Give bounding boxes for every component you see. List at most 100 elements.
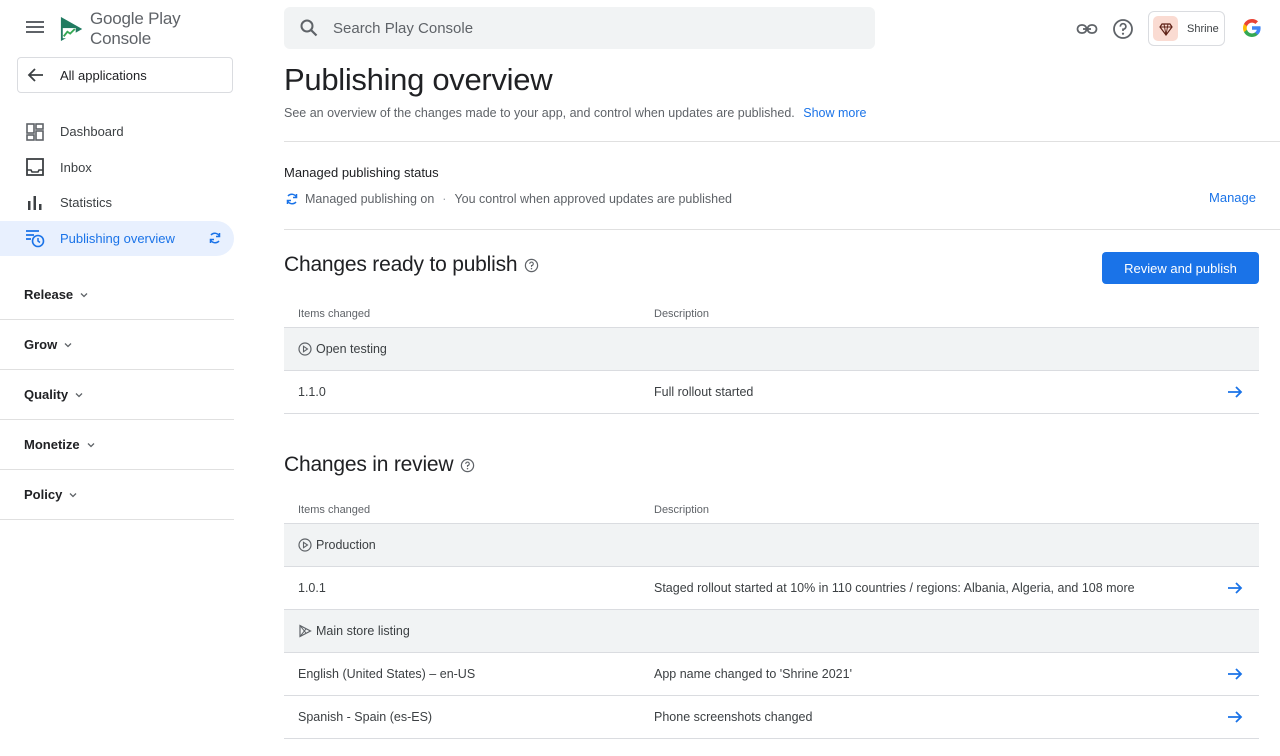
sidebar-item-label: Statistics	[60, 195, 113, 211]
changes-in-review-title: Changes in review	[284, 453, 454, 476]
arrow-forward-icon[interactable]	[1227, 667, 1243, 681]
play-circle-icon	[298, 538, 312, 552]
publishing-icon	[25, 228, 45, 248]
sync-icon	[286, 193, 298, 205]
item-changed: English (United States) – en-US	[298, 667, 476, 681]
chevron-down-icon	[69, 492, 77, 497]
play-console-logo[interactable]: Google Play Console	[60, 9, 234, 48]
changes-ready-table: Items changed Description Open testing 1…	[284, 300, 1259, 414]
diamond-icon	[1158, 22, 1173, 36]
search-input[interactable]	[333, 19, 833, 37]
play-console-logo-icon	[60, 16, 83, 42]
managed-publishing-title: Managed publishing status	[284, 165, 439, 180]
subtitle-text: See an overview of the changes made to y…	[284, 106, 795, 120]
search-bar[interactable]	[284, 7, 875, 49]
all-applications-button[interactable]: All applications	[17, 57, 233, 93]
arrow-forward-icon[interactable]	[1227, 710, 1243, 724]
column-header-items: Items changed	[298, 504, 371, 516]
column-header-description: Description	[654, 308, 710, 320]
link-icon[interactable]	[1076, 18, 1098, 40]
show-more-link[interactable]: Show more	[803, 106, 866, 120]
section-label: Grow	[24, 337, 58, 352]
divider	[284, 141, 1280, 142]
section-label: Quality	[24, 387, 69, 402]
arrow-forward-icon[interactable]	[1227, 385, 1243, 399]
help-icon[interactable]	[460, 458, 475, 473]
sidebar-section-policy[interactable]: Policy	[0, 470, 234, 520]
sync-icon	[209, 232, 221, 243]
changes-ready-header: Changes ready to publish	[284, 253, 539, 277]
sidebar-section-grow[interactable]: Grow	[0, 320, 234, 370]
sidebar-item-publishing-overview[interactable]: Publishing overview	[0, 220, 234, 256]
group-row-main-store-listing: Main store listing	[284, 610, 1259, 653]
play-store-icon	[299, 624, 312, 638]
section-label: Release	[24, 287, 74, 302]
table-header: Items changed Description	[284, 496, 1259, 524]
page-subtitle: See an overview of the changes made to y…	[284, 106, 866, 120]
chevron-down-icon	[75, 392, 83, 397]
table-row[interactable]: English (United States) – en-US App name…	[284, 653, 1259, 696]
item-description: App name changed to 'Shrine 2021'	[654, 667, 852, 681]
google-account-icon[interactable]	[1241, 17, 1263, 39]
menu-icon[interactable]	[24, 18, 46, 38]
brand-name: Google Play Console	[90, 9, 181, 48]
item-description: Staged rollout started at 10% in 110 cou…	[654, 581, 1135, 595]
column-header-description: Description	[654, 504, 710, 516]
table-row[interactable]: Spanish - Spain (es-ES) Phone screenshot…	[284, 696, 1259, 739]
item-changed: Spanish - Spain (es-ES)	[298, 710, 433, 724]
table-row[interactable]: 1.1.0 Full rollout started	[284, 371, 1259, 414]
app-switcher[interactable]: Shrine	[1148, 11, 1225, 46]
help-icon[interactable]	[1112, 18, 1134, 40]
table-row[interactable]: 1.0.1 Staged rollout started at 10% in 1…	[284, 567, 1259, 610]
changes-ready-title: Changes ready to publish	[284, 253, 518, 276]
divider	[284, 229, 1280, 230]
item-description: Full rollout started	[654, 385, 754, 399]
changes-in-review-header: Changes in review	[284, 453, 475, 477]
app-avatar	[1153, 16, 1178, 41]
inbox-icon	[25, 157, 45, 177]
group-label: Main store listing	[316, 624, 410, 638]
sidebar-nav: Dashboard Inbox Statistics Publishing ov…	[0, 114, 234, 256]
arrow-forward-icon[interactable]	[1227, 581, 1243, 595]
managed-publishing-state: Managed publishing on	[305, 192, 435, 206]
item-description: Phone screenshots changed	[654, 710, 813, 724]
sidebar: Google Play Console All applications Das…	[0, 0, 234, 756]
section-label: Policy	[24, 487, 63, 502]
chevron-down-icon	[80, 292, 88, 297]
review-and-publish-button[interactable]: Review and publish	[1102, 252, 1259, 284]
separator-dot: ·	[442, 192, 447, 206]
group-row-production: Production	[284, 524, 1259, 567]
table-header: Items changed Description	[284, 300, 1259, 328]
changes-in-review-table: Items changed Description Production 1.0…	[284, 496, 1259, 739]
play-circle-icon	[298, 342, 312, 356]
section-label: Monetize	[24, 437, 80, 452]
item-changed: 1.0.1	[298, 581, 326, 595]
sidebar-section-monetize[interactable]: Monetize	[0, 420, 234, 470]
sidebar-section-release[interactable]: Release	[0, 270, 234, 320]
group-row-open-testing: Open testing	[284, 328, 1259, 371]
search-icon	[300, 19, 318, 37]
sidebar-section-quality[interactable]: Quality	[0, 370, 234, 420]
page-title: Publishing overview	[284, 62, 553, 97]
sidebar-sections: Release Grow Quality Monetize Policy	[0, 270, 234, 520]
sidebar-item-dashboard[interactable]: Dashboard	[0, 114, 234, 150]
managed-publishing-detail: You control when approved updates are pu…	[454, 192, 732, 206]
chevron-down-icon	[87, 442, 95, 447]
arrow-back-icon	[27, 68, 43, 82]
item-changed: 1.1.0	[298, 385, 326, 399]
all-applications-label: All applications	[60, 67, 147, 83]
group-label: Open testing	[316, 342, 387, 356]
chevron-down-icon	[64, 342, 72, 347]
sidebar-item-label: Inbox	[60, 159, 92, 175]
sidebar-item-inbox[interactable]: Inbox	[0, 150, 234, 186]
app-name: Shrine	[1187, 22, 1219, 35]
help-icon[interactable]	[524, 258, 539, 273]
column-header-items: Items changed	[298, 308, 371, 320]
group-label: Production	[316, 538, 376, 552]
bar-chart-icon	[25, 193, 45, 213]
dashboard-icon	[25, 122, 45, 142]
manage-link[interactable]: Manage	[1209, 190, 1256, 205]
sidebar-item-statistics[interactable]: Statistics	[0, 185, 234, 221]
sidebar-item-label: Dashboard	[60, 124, 124, 140]
managed-publishing-status: Managed publishing on · You control when…	[285, 192, 732, 206]
